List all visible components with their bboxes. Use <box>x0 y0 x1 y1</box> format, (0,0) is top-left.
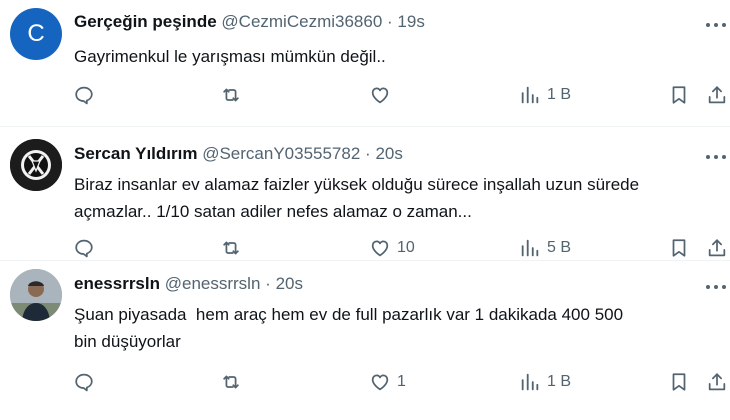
tweet[interactable]: C Gerçeğin peşinde @CezmiCezmi36860 · 19… <box>0 0 730 125</box>
views-count: 1 B <box>547 373 572 390</box>
reply-icon <box>75 239 93 258</box>
tweet-text: Gayrimenkul le yarışması mümkün değil.. <box>74 47 386 66</box>
timestamp[interactable]: 20s <box>375 144 402 163</box>
tweet[interactable]: Sercan Yıldırım @SercanY03555782 · 20s B… <box>0 127 730 259</box>
author-handle[interactable]: @enessrrsln <box>165 274 261 293</box>
like-button[interactable] <box>369 84 397 106</box>
views-count: 1 B <box>547 86 572 103</box>
avatar-letter: C <box>27 20 45 47</box>
retweet-button[interactable] <box>220 84 242 106</box>
bookmark-icon <box>672 239 686 257</box>
author-name[interactable]: enessrrsln <box>74 274 160 293</box>
retweet-icon <box>223 241 239 255</box>
share-icon <box>708 86 726 104</box>
author-handle[interactable]: @CezmiCezmi36860 <box>221 12 382 31</box>
bookmark-button[interactable] <box>668 237 690 259</box>
bookmark-icon <box>672 373 686 391</box>
share-icon <box>708 239 726 257</box>
reply-button[interactable] <box>73 237 95 259</box>
share-button[interactable] <box>706 371 728 393</box>
author-name[interactable]: Gerçeğin peşinde <box>74 12 217 31</box>
heart-icon <box>371 240 389 257</box>
more-icon[interactable] <box>705 152 727 162</box>
like-button[interactable]: 1 <box>369 371 406 393</box>
heart-icon <box>371 87 389 104</box>
share-button[interactable] <box>706 84 728 106</box>
timestamp[interactable]: 19s <box>397 12 424 31</box>
like-count: 1 <box>397 373 406 390</box>
reply-button[interactable] <box>73 84 95 106</box>
retweet-button[interactable] <box>220 237 242 259</box>
meta-dot: · <box>265 274 271 293</box>
retweet-button[interactable] <box>220 371 242 393</box>
tweet[interactable]: enessrrsln @enessrrsln · 20s Şuan piyasa… <box>0 261 730 420</box>
tweet-text: Şuan piyasada hem araç hem ev de full pa… <box>74 305 624 351</box>
more-icon[interactable] <box>705 282 727 292</box>
share-icon <box>708 373 726 391</box>
heart-icon <box>371 374 389 391</box>
like-button[interactable]: 10 <box>369 237 415 259</box>
reply-icon <box>75 86 93 105</box>
views-count: 5 B <box>547 239 572 256</box>
views-button[interactable]: 5 B <box>519 237 571 259</box>
author-handle[interactable]: @SercanY03555782 <box>202 144 360 163</box>
views-button[interactable]: 1 B <box>519 84 571 106</box>
bookmark-icon <box>672 86 686 104</box>
meta-dot: · <box>365 144 371 163</box>
timestamp[interactable]: 20s <box>276 274 303 293</box>
avatar-image <box>10 139 62 191</box>
views-icon <box>521 86 539 104</box>
reply-button[interactable] <box>73 371 95 393</box>
avatar[interactable]: C <box>10 8 62 60</box>
author-name[interactable]: Sercan Yıldırım <box>74 144 197 163</box>
views-icon <box>521 239 539 257</box>
tweet-text: Biraz insanlar ev alamaz faizler yüksek … <box>74 175 640 221</box>
avatar[interactable] <box>10 139 62 191</box>
views-icon <box>521 373 539 391</box>
retweet-icon <box>223 375 239 389</box>
share-button[interactable] <box>706 237 728 259</box>
views-button[interactable]: 1 B <box>519 371 571 393</box>
more-icon[interactable] <box>705 20 727 30</box>
meta-dot: · <box>387 12 393 31</box>
avatar-image <box>10 269 62 321</box>
reply-icon <box>75 373 93 392</box>
retweet-icon <box>223 88 239 102</box>
bookmark-button[interactable] <box>668 371 690 393</box>
like-count: 10 <box>397 239 415 256</box>
avatar[interactable] <box>10 269 62 321</box>
bookmark-button[interactable] <box>668 84 690 106</box>
